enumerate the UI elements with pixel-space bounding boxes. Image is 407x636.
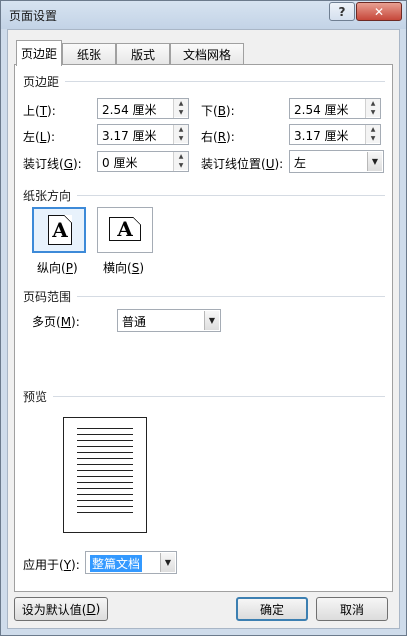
multiple-pages-select[interactable]: 普通 ▼ xyxy=(117,309,221,332)
window-title: 页面设置 xyxy=(9,9,58,23)
ok-button[interactable]: 确定 xyxy=(236,597,308,621)
gutter-position-label: 装订线位置(U): xyxy=(201,157,284,171)
margins-panel: 页边距 上(T): 2.54 厘米 ▲ ▼ 下(B): 2.54 厘米 ▲ ▼ 左(… xyxy=(14,64,393,592)
page-preview xyxy=(63,417,147,533)
gutter-position-value: 左 xyxy=(294,156,307,170)
gutter-position-select[interactable]: 左 ▼ xyxy=(289,150,384,173)
left-margin-label: 左(L): xyxy=(23,130,56,144)
margins-section-title: 页边距 xyxy=(23,75,60,89)
left-margin-spinner[interactable]: 3.17 厘米 ▲ ▼ xyxy=(97,124,189,145)
help-button[interactable]: ? xyxy=(329,2,355,21)
chevron-down-icon[interactable]: ▼ xyxy=(204,311,219,330)
gutter-label: 装订线(G): xyxy=(23,157,82,171)
tab-margins[interactable]: 页边距 xyxy=(16,40,62,66)
gutter-value: 0 厘米 xyxy=(102,156,138,170)
bottom-margin-spinner[interactable]: 2.54 厘米 ▲ ▼ xyxy=(289,98,381,119)
landscape-label: 横向(S) xyxy=(103,261,144,275)
page-setup-dialog: 页面设置 ? ✕ 页边距 纸张 版式 文档网格 页边距 上(T): 2.54 厘… xyxy=(0,0,407,636)
down-arrow-icon[interactable]: ▼ xyxy=(366,134,380,143)
portrait-label: 纵向(P) xyxy=(37,261,78,275)
left-margin-value: 3.17 厘米 xyxy=(102,129,157,143)
up-arrow-icon[interactable]: ▲ xyxy=(174,152,188,161)
apply-to-label: 应用于(Y): xyxy=(23,558,80,572)
top-margin-label: 上(T): xyxy=(23,104,56,118)
orientation-section-title: 纸张方向 xyxy=(23,189,72,203)
portrait-button[interactable]: A xyxy=(32,207,86,253)
up-arrow-icon[interactable]: ▲ xyxy=(174,99,188,108)
right-margin-label: 右(R): xyxy=(201,130,235,144)
top-margin-spinner[interactable]: 2.54 厘米 ▲ ▼ xyxy=(97,98,189,119)
dialog-client-area: 页边距 纸张 版式 文档网格 页边距 上(T): 2.54 厘米 ▲ ▼ 下(B)… xyxy=(7,29,400,629)
bottom-margin-value: 2.54 厘米 xyxy=(294,103,349,117)
landscape-page-icon: A xyxy=(109,217,141,241)
portrait-page-icon: A xyxy=(48,215,72,245)
right-margin-value: 3.17 厘米 xyxy=(294,129,349,143)
down-arrow-icon[interactable]: ▼ xyxy=(366,108,380,117)
bottom-margin-label: 下(B): xyxy=(201,104,235,118)
chevron-down-icon[interactable]: ▼ xyxy=(367,152,382,171)
pages-section-title: 页码范围 xyxy=(23,290,72,304)
preview-separator xyxy=(53,396,385,397)
multiple-pages-value: 普通 xyxy=(122,315,147,329)
top-margin-value: 2.54 厘米 xyxy=(102,103,157,117)
help-icon: ? xyxy=(338,4,346,19)
apply-to-select[interactable]: 整篇文档 ▼ xyxy=(85,551,177,574)
tab-document-grid[interactable]: 文档网格 xyxy=(170,43,244,65)
landscape-button[interactable]: A xyxy=(97,207,153,253)
down-arrow-icon[interactable]: ▼ xyxy=(174,161,188,170)
tab-layout[interactable]: 版式 xyxy=(116,43,170,65)
close-icon: ✕ xyxy=(373,4,385,19)
right-margin-spinner[interactable]: 3.17 厘米 ▲ ▼ xyxy=(289,124,381,145)
down-arrow-icon[interactable]: ▼ xyxy=(174,108,188,117)
up-arrow-icon[interactable]: ▲ xyxy=(366,125,380,134)
tab-paper[interactable]: 纸张 xyxy=(62,43,116,65)
gutter-spinner[interactable]: 0 厘米 ▲ ▼ xyxy=(97,151,189,172)
chevron-down-icon[interactable]: ▼ xyxy=(160,553,175,572)
down-arrow-icon[interactable]: ▼ xyxy=(174,134,188,143)
up-arrow-icon[interactable]: ▲ xyxy=(366,99,380,108)
up-arrow-icon[interactable]: ▲ xyxy=(174,125,188,134)
set-default-button[interactable]: 设为默认值(D) xyxy=(14,597,108,621)
pages-separator xyxy=(77,296,385,297)
margins-separator xyxy=(65,81,385,82)
close-button[interactable]: ✕ xyxy=(356,2,402,21)
multiple-pages-label: 多页(M): xyxy=(32,315,80,329)
preview-section-title: 预览 xyxy=(23,390,48,404)
apply-to-value: 整篇文档 xyxy=(90,555,143,572)
title-bar[interactable]: 页面设置 ? ✕ xyxy=(1,1,406,29)
orientation-separator xyxy=(77,195,385,196)
cancel-button[interactable]: 取消 xyxy=(316,597,388,621)
